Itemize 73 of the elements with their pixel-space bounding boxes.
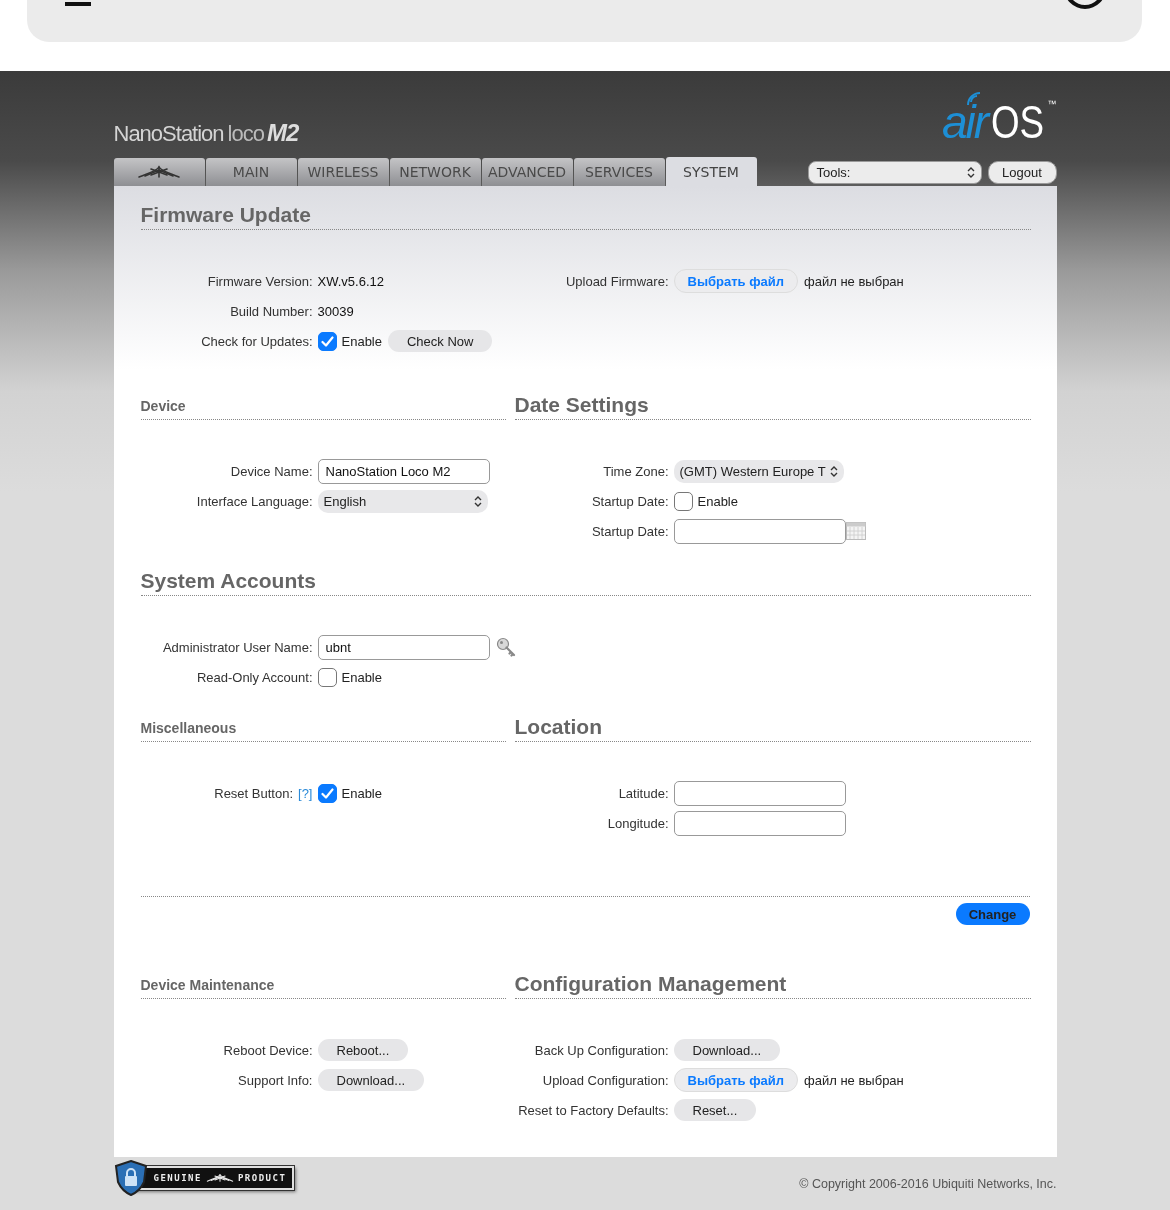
- file-status: файл не выбран: [804, 1072, 904, 1088]
- chevron-icon: [829, 465, 838, 477]
- product-logo: NanoStation locoM2: [113, 119, 299, 148]
- antenna-logo-icon: [205, 1173, 234, 1183]
- field-value: 30039: [317, 303, 354, 319]
- checkbox[interactable]: [317, 783, 337, 803]
- logo-tab[interactable]: [113, 158, 205, 186]
- field-label: Upload Configuration:: [542, 1072, 669, 1088]
- shield-icon: [113, 1160, 148, 1196]
- field-label: Build Number:: [230, 303, 313, 319]
- button[interactable]: Reboot...: [317, 1039, 409, 1061]
- copyright-text: © Copyright 2006-2016 Ubiquiti Networks, Inc.: [799, 1176, 1057, 1191]
- key-icon[interactable]: [495, 637, 516, 657]
- field-label: Check for Updates:: [201, 333, 313, 349]
- section-title: Firmware Update: [140, 203, 311, 227]
- button[interactable]: Check Now: [388, 330, 493, 352]
- field-label: Back Up Configuration:: [534, 1042, 669, 1058]
- nav-tab[interactable]: WIRELESS: [297, 158, 389, 186]
- checkbox-label[interactable]: Enable: [341, 785, 382, 801]
- section-title: System Accounts: [140, 569, 316, 593]
- checkbox[interactable]: [673, 491, 693, 511]
- nav-tab[interactable]: ADVANCED: [481, 158, 573, 186]
- field-label: Support Info:: [238, 1072, 313, 1088]
- button[interactable]: Download...: [673, 1039, 781, 1061]
- button[interactable]: Reset...: [673, 1099, 757, 1121]
- text-field[interactable]: [673, 518, 846, 544]
- field-label: Device Name:: [230, 463, 313, 479]
- dropdown[interactable]: (GMT) Western Europe T: [673, 459, 844, 483]
- text-field[interactable]: [673, 780, 846, 806]
- text-field[interactable]: NanoStation Loco M2: [317, 458, 490, 484]
- tools-dropdown[interactable]: Tools:: [807, 161, 982, 184]
- file-status: файл не выбран: [804, 273, 904, 289]
- checkbox-label[interactable]: Enable: [697, 493, 738, 509]
- dropdown[interactable]: English: [317, 489, 488, 513]
- section-title: Device: [140, 398, 186, 416]
- nav-tab[interactable]: SERVICES: [573, 158, 665, 186]
- section-title: Location: [514, 715, 602, 739]
- field-label: Reset to Factory Defaults:: [518, 1102, 669, 1118]
- antenna-logo-icon: [137, 165, 181, 179]
- text-field[interactable]: [673, 810, 846, 836]
- calendar-icon[interactable]: [845, 522, 866, 540]
- section-title: Date Settings: [514, 393, 649, 417]
- chevron-icon: [966, 167, 975, 178]
- field-label: Reset Button:: [214, 785, 294, 801]
- section-title: Device Maintenance: [140, 977, 275, 995]
- nav-tab[interactable]: SYSTEM: [665, 157, 757, 186]
- field-label: Time Zone:: [603, 463, 669, 479]
- field-label: Administrator User Name:: [162, 639, 313, 655]
- os-logo: airOS™: [941, 99, 1057, 157]
- field-label: Latitude:: [618, 785, 669, 801]
- change-button[interactable]: Change: [955, 903, 1030, 925]
- field-label: Interface Language:: [196, 493, 313, 509]
- help-link[interactable]: [?]: [298, 785, 313, 801]
- field-label: Read-Only Account:: [196, 669, 313, 685]
- button[interactable]: Download...: [317, 1069, 425, 1091]
- logout-button[interactable]: Logout: [987, 161, 1057, 184]
- text-field[interactable]: ubnt: [317, 634, 490, 660]
- checkbox-label[interactable]: Enable: [341, 669, 382, 685]
- field-label: Upload Firmware:: [565, 273, 669, 289]
- checkbox-label[interactable]: Enable: [341, 333, 382, 349]
- section-title: Miscellaneous: [140, 720, 237, 738]
- nav-tab[interactable]: NETWORK: [389, 158, 481, 186]
- field-label: Longitude:: [607, 815, 669, 831]
- field-label: Firmware Version:: [207, 273, 313, 289]
- checkbox[interactable]: [317, 667, 337, 687]
- checkbox[interactable]: [317, 331, 337, 351]
- chevron-icon: [473, 495, 482, 507]
- field-label: Startup Date:: [591, 523, 669, 539]
- field-label: Reboot Device:: [223, 1042, 313, 1058]
- nav-tab[interactable]: MAIN: [205, 158, 297, 186]
- field-label: Startup Date:: [591, 493, 669, 509]
- field-value: XW.v5.6.12: [317, 273, 384, 289]
- section-title: Configuration Management: [514, 972, 787, 996]
